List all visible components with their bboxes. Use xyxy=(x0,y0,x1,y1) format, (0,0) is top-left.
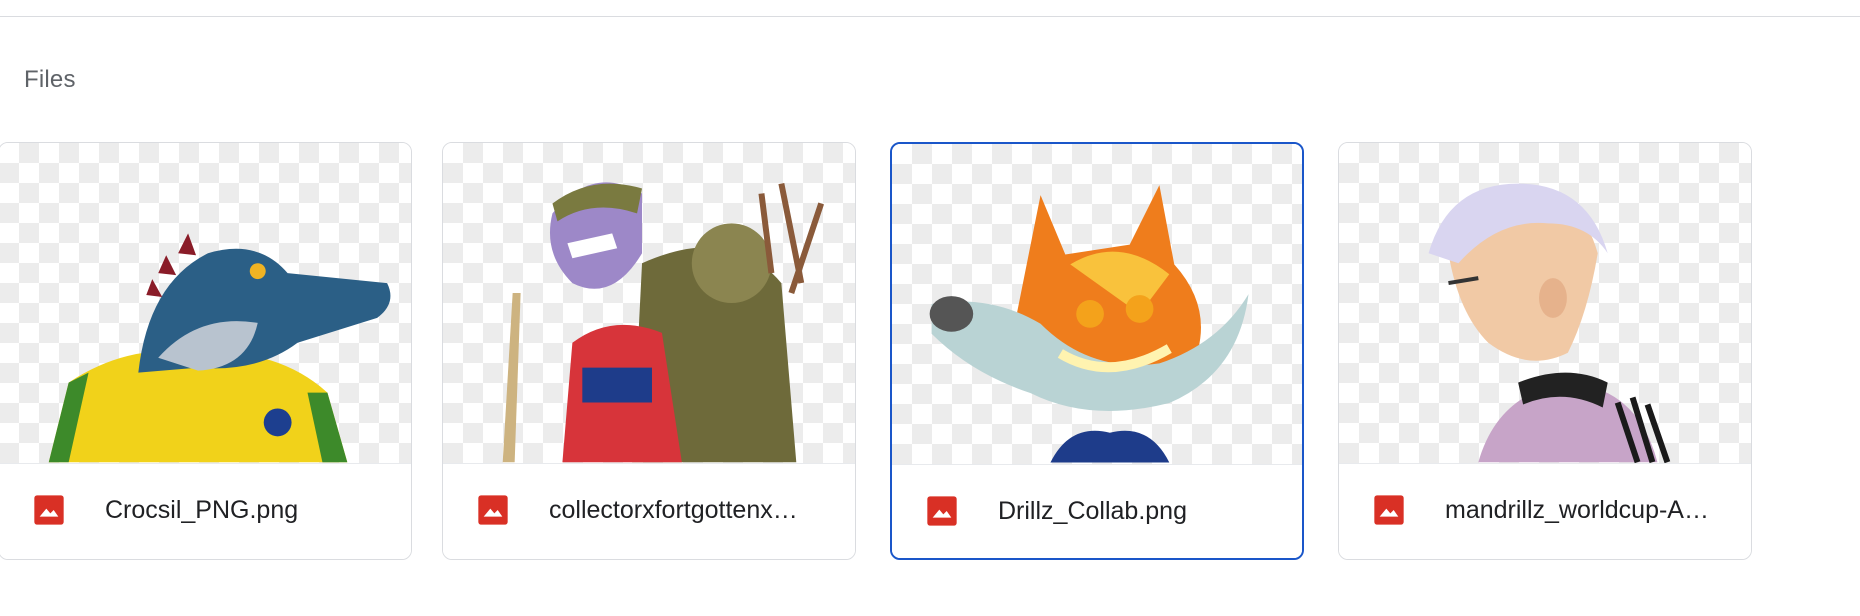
file-name: Crocsil_PNG.png xyxy=(105,496,299,524)
file-name: collectorxfortgottenx… xyxy=(549,496,798,524)
image-file-icon xyxy=(1374,495,1404,525)
fox-wolf-illustration xyxy=(929,185,1249,463)
file-card[interactable]: collectorxfortgottenx… xyxy=(442,142,856,560)
anime-player-illustration xyxy=(1428,183,1671,463)
file-name: Drillz_Collab.png xyxy=(998,497,1187,525)
file-name: mandrillz_worldcup-A… xyxy=(1445,496,1709,524)
file-thumbnail xyxy=(892,144,1302,464)
image-file-icon xyxy=(478,495,508,525)
file-thumbnail xyxy=(1339,143,1751,463)
image-file-icon xyxy=(34,495,64,525)
file-thumbnail xyxy=(0,143,411,463)
masked-traveler-illustration xyxy=(502,182,824,463)
image-file-icon xyxy=(927,496,957,526)
file-card-selected[interactable]: Drillz_Collab.png xyxy=(890,142,1304,560)
file-card[interactable]: Crocsil_PNG.png xyxy=(0,142,412,560)
crocodile-jersey-illustration xyxy=(48,233,391,463)
top-divider xyxy=(0,16,1860,17)
section-title: Files xyxy=(24,66,76,93)
file-card[interactable]: mandrillz_worldcup-A… xyxy=(1338,142,1752,560)
file-thumbnail xyxy=(443,143,855,463)
